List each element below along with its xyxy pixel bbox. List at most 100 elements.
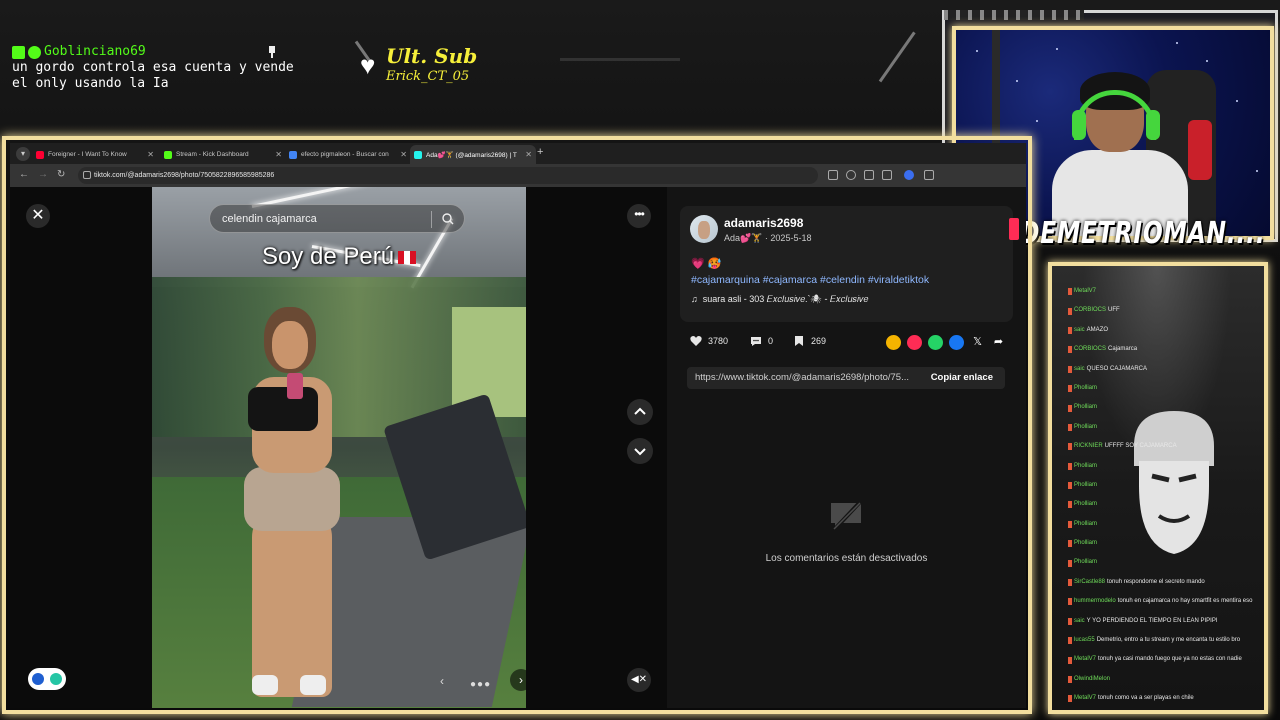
chat-username[interactable]: MetalV7 [1074, 282, 1096, 301]
mute-button[interactable]: ◀✕ [627, 668, 651, 692]
chat-username[interactable]: saic [1074, 321, 1085, 340]
new-tab-button[interactable]: + [537, 146, 543, 158]
chat-row: Pholliam [1068, 534, 1264, 553]
ceiling-beam [560, 58, 680, 61]
next-post-button[interactable] [627, 438, 653, 464]
bookmark-star-icon[interactable] [882, 170, 892, 180]
photo-caption: Soy de Perú [152, 243, 526, 271]
sneaker [300, 675, 326, 695]
chat-badge-icon [1068, 540, 1072, 548]
photo-search-bar[interactable]: celendin cajamarca [209, 204, 465, 233]
follow-button[interactable] [1009, 218, 1019, 240]
og-badge-icon [28, 45, 41, 59]
translate-icon[interactable] [828, 170, 838, 180]
chat-username[interactable]: saic [1074, 612, 1085, 631]
browser-tab[interactable]: Foreigner - I Want To Know ✕ [32, 145, 158, 164]
address-bar[interactable]: tiktok.com/@adamaris2698/photo/750582289… [78, 167, 818, 184]
copy-link-button[interactable]: Copiar enlace [931, 367, 993, 389]
chat-row: Pholliam [1068, 515, 1264, 534]
comment-button[interactable]: 0 [750, 335, 773, 347]
chevron-up-icon [634, 407, 646, 415]
chat-username[interactable]: SirCastle88 [1074, 573, 1105, 592]
chat-badge-icon [1068, 326, 1072, 334]
more-options-button[interactable]: ••• [627, 204, 651, 228]
extension-icon[interactable] [904, 170, 914, 180]
close-tab-icon[interactable]: ✕ [400, 150, 407, 159]
chat-badge-icon [1068, 404, 1072, 412]
browser-tab[interactable]: efecto pigmaleon - Buscar con ✕ [285, 145, 411, 164]
gym-ceiling [152, 187, 526, 287]
chat-username[interactable]: Pholliam [1074, 418, 1097, 437]
forward-button[interactable]: → [38, 168, 48, 182]
chat-row: Pholliam [1068, 495, 1264, 514]
extension-toggle[interactable] [28, 668, 66, 690]
chat-username[interactable]: Pholliam [1074, 476, 1097, 495]
chat-row: MetalV7 [1068, 282, 1264, 301]
facebook-icon[interactable] [949, 335, 964, 350]
chat-username[interactable]: Pholliam [1074, 457, 1097, 476]
chat-username[interactable]: hummermodelo [1074, 592, 1116, 611]
post-music[interactable]: ♫ suara asli - 303 𝐸𝑥𝑐𝑙𝑢𝑠𝑖𝑣𝑒.`🕷 - 𝐸𝑥𝑐𝑙𝑢𝑠… [691, 294, 868, 305]
whatsapp-icon[interactable] [928, 335, 943, 350]
chat-username[interactable]: CORBIOCS [1074, 340, 1106, 359]
close-tab-icon[interactable]: ✕ [525, 150, 532, 159]
chat-username[interactable]: Pholliam [1074, 553, 1097, 572]
tab-label: efecto pigmaleon - Buscar con [301, 151, 389, 158]
toggle-knob-teal [50, 673, 62, 685]
chat-row: saic QUESO CAJAMARCA [1068, 360, 1264, 379]
save-count: 269 [811, 336, 827, 346]
chat-username[interactable]: lucas55 [1074, 631, 1095, 650]
post-hashtags[interactable]: #cajamarquina #cajamarca #celendin #vira… [691, 274, 929, 286]
x-icon[interactable]: 𝕏 [970, 335, 985, 350]
back-button[interactable]: ← [19, 168, 29, 182]
chat-row: SirCastle88 tonuh respondome el secreto m… [1068, 573, 1264, 592]
post-photo[interactable]: celendin cajamarca Soy de Perú ‹ ●●● › [152, 187, 526, 708]
chat-badge-icon [1068, 443, 1072, 451]
tab-search-icon[interactable]: ▾ [16, 147, 30, 161]
chevron-down-icon [634, 448, 646, 456]
share-link-url[interactable]: https://www.tiktok.com/@adamaris2698/pho… [695, 367, 917, 389]
person-legs [252, 507, 332, 697]
zoom-icon[interactable] [846, 170, 856, 180]
search-icon[interactable] [442, 213, 454, 225]
chat-username[interactable]: OlwindiMelon [1074, 670, 1110, 689]
site-info-icon[interactable] [83, 171, 91, 179]
heart-icon: ♥ [360, 50, 376, 80]
close-tab-icon[interactable]: ✕ [275, 150, 282, 159]
browser-window: ▾ Foreigner - I Want To Know ✕ Stream - Ki… [10, 143, 1026, 708]
chat-badge-icon [1068, 676, 1072, 683]
chat-username[interactable]: MetalV7 [1074, 689, 1096, 708]
chat-username[interactable]: Pholliam [1074, 495, 1097, 514]
chat-username[interactable]: CORBIOCS [1074, 301, 1106, 320]
repost-icon[interactable] [886, 335, 901, 350]
chat-username[interactable]: saic [1074, 360, 1085, 379]
avatar[interactable] [690, 215, 718, 243]
chat-username[interactable]: Pholliam [1074, 379, 1097, 398]
chevron-left-icon[interactable]: ‹ [440, 674, 444, 688]
share-page-icon[interactable] [864, 170, 874, 180]
author-username[interactable]: adamaris2698 [724, 216, 803, 230]
close-tab-icon[interactable]: ✕ [147, 150, 154, 159]
pinned-chat-username: Goblinciano69 [44, 44, 146, 59]
chat-row: hummermodelo tonuh en cajamarca no hay sm… [1068, 592, 1264, 611]
browser-tab[interactable]: Stream - Kick Dashboard ✕ [160, 145, 286, 164]
chat-username[interactable]: Pholliam [1074, 398, 1097, 417]
chat-username[interactable]: Pholliam [1074, 515, 1097, 534]
next-slide-button[interactable]: › [510, 669, 526, 691]
extensions-puzzle-icon[interactable] [924, 170, 934, 180]
previous-post-button[interactable] [627, 399, 653, 425]
chat-username[interactable]: Pholliam [1074, 534, 1097, 553]
like-count: 3780 [708, 336, 729, 346]
reload-button[interactable]: ↻ [57, 168, 65, 182]
ceiling-light [878, 31, 916, 83]
chat-username[interactable]: MetalV7 [1074, 650, 1096, 669]
send-icon[interactable] [907, 335, 922, 350]
post-details-card: adamaris2698 Ada💕🏋 · 2025-5-18 💗 🥵 #caja… [680, 206, 1019, 322]
close-button[interactable]: ✕ [26, 204, 50, 228]
like-button[interactable]: 3780 [690, 335, 728, 347]
chat-row: Pholliam [1068, 398, 1264, 417]
save-button[interactable]: 269 [793, 335, 826, 347]
browser-tab[interactable]: Ada💕🏋 (@adamaris2698) | T ✕ [410, 145, 536, 164]
share-arrow-icon[interactable]: ➦ [991, 335, 1006, 350]
chat-username[interactable]: RICKNIER [1074, 437, 1103, 456]
